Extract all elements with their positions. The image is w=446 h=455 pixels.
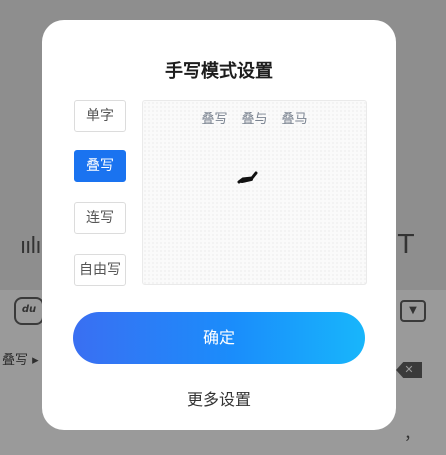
handwriting-preview-area: 叠写 叠与 叠马 [142,100,367,285]
handwriting-mode-dialog: 手写模式设置 单字 叠写 连写 自由写 叠写 叠与 叠马 确定 更多设置 [42,20,396,430]
comma-key: ， [404,424,421,443]
more-settings-link[interactable]: 更多设置 [42,386,396,410]
candidate-item: 叠与 [241,112,268,127]
chevron-down-icon: ▼ [400,300,426,322]
dialog-title: 手写模式设置 [165,61,273,82]
candidate-list: 叠写 叠与 叠马 [143,108,366,127]
candidate-item: 叠马 [281,112,308,127]
confirm-button[interactable]: 确定 [73,312,365,364]
handwriting-mode-indicator: 叠写 ▸ [2,353,39,368]
du-logo-icon: du [14,297,44,325]
mode-continuous-button[interactable]: 连写 [74,202,126,234]
text-style-icon: T [398,230,414,260]
mode-overlap-button[interactable]: 叠写 [74,150,126,182]
mode-free-write-button[interactable]: 自由写 [74,254,126,286]
mode-single-char-button[interactable]: 单字 [74,100,126,132]
handwriting-stroke-icon [237,171,258,184]
candidate-item: 叠写 [201,112,228,127]
